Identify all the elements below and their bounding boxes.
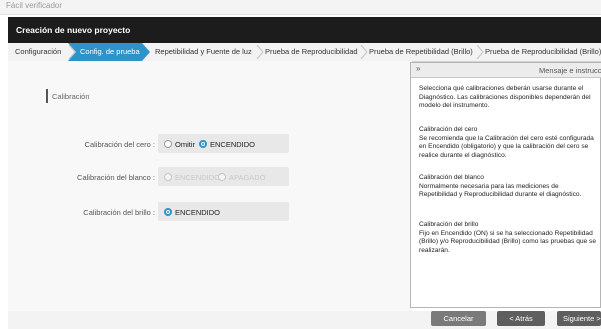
tab-separator [476,45,484,59]
cancel-button[interactable]: Cancelar [431,311,486,326]
tab-repetibilidad-fuente-luz[interactable]: Repetibilidad y Fuente de luz [155,43,252,61]
instructions-panel: » Mensaje e instrucción Selecciona qué c… [410,62,601,308]
gloss-on-label[interactable]: ENCENDIDO [175,208,220,217]
instructions-paragraph: Calibración del blanco Normalmente neces… [419,174,582,199]
zero-calibration-label: Calibración del cero : [84,140,155,149]
tab-prueba-reproducibilidad-brillo[interactable]: Prueba de Reproducibilidad (Brillo) [485,43,601,61]
white-off-radio [218,173,226,181]
tab-prueba-reproducibilidad[interactable]: Prueba de Reproducibilidad [265,43,358,61]
white-on-radio [164,173,172,181]
next-button[interactable]: Siguiente > [557,311,601,326]
window-titlebar: Fácil verificador [0,0,601,15]
zero-omit-radio[interactable] [164,140,172,148]
tab-separator [256,45,264,59]
gloss-on-radio[interactable] [164,208,172,216]
section-marker [46,89,48,103]
instructions-paragraph: Calibración del brillo Fijo en Encendido… [419,221,597,254]
zero-on-radio[interactable] [199,140,207,148]
tab-configuracion[interactable]: Configuración [15,43,61,61]
page-header: Creación de nuevo proyecto [8,17,601,43]
tab-prueba-repetibilidad-brillo[interactable]: Prueba de Repetibilidad (Brillo) [369,43,473,61]
zero-on-label[interactable]: ENCENDIDO [210,140,255,149]
instructions-paragraph: Selecciona qué calibraciones deberán usa… [419,85,591,110]
back-button[interactable]: < Atrás [497,311,545,326]
white-calibration-label: Calibración del blanco : [77,173,155,182]
section-title: Calibración [52,92,90,101]
instructions-panel-title: Mensaje e instrucción [539,66,601,75]
gloss-calibration-label: Calibración del brillo : [83,208,155,217]
window-title: Fácil verificador [6,1,63,10]
zero-omit-label[interactable]: Omitir [175,140,195,149]
white-off-label: APAGADO [229,173,266,182]
tab-separator [360,45,368,59]
instructions-panel-header: » Mensaje e instrucción [411,63,601,78]
chevron-double-right-icon[interactable]: » [416,64,420,73]
tab-config-de-prueba[interactable]: Config. de prueba [68,43,150,61]
wizard-tabs: Configuración Config. de prueba Repetibi… [8,43,601,62]
instructions-paragraph: Calibración del cero Se recomienda que l… [419,126,594,159]
white-on-label: ENCENDIDO [175,173,221,182]
tab-separator [68,45,76,59]
page-title: Creación de nuevo proyecto [16,25,131,35]
